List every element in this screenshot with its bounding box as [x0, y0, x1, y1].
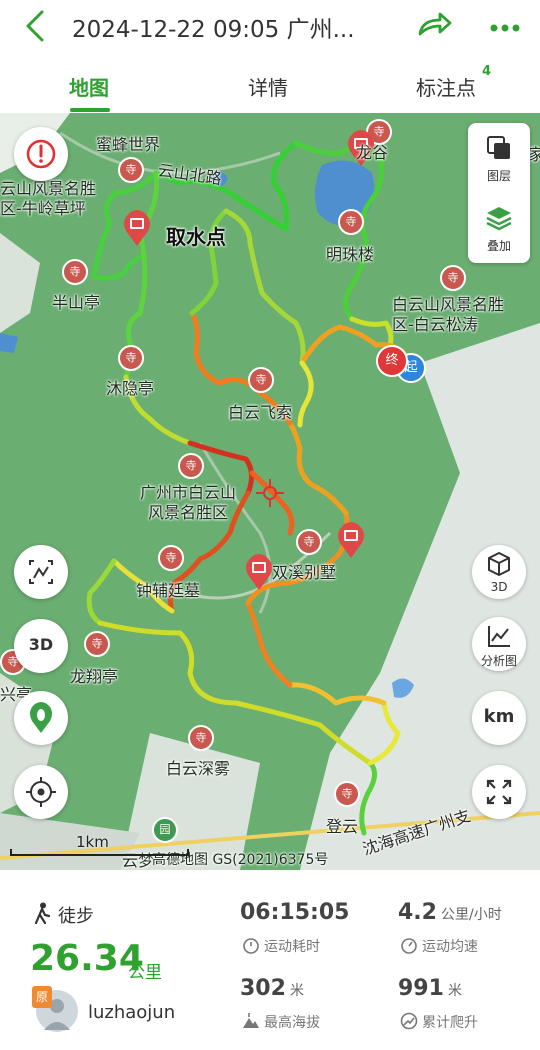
poi-temple-icon[interactable]: 寺 — [188, 725, 214, 751]
avg-speed-unit: 公里/小时 — [440, 907, 502, 923]
original-badge: 原 — [32, 986, 52, 1008]
toggle-3d-label: 3D — [28, 635, 54, 654]
view-3d-button[interactable]: 3D — [472, 545, 526, 599]
km-label: km — [483, 706, 515, 727]
map-label: 白云山风景名胜 区-白云松涛 — [392, 295, 505, 334]
more-button[interactable] — [484, 6, 528, 42]
map-label: 龙谷 — [356, 143, 389, 162]
tab-details[interactable]: 详情 — [248, 72, 288, 101]
climb-value: 991 — [398, 976, 444, 1001]
top-bar: 2024-12-22 09:05 广州... — [0, 0, 540, 48]
tab-markers[interactable]: 标注点 — [416, 72, 476, 101]
moving-time-label: 运动耗时 — [264, 939, 320, 955]
map-label: 半山亭 — [52, 293, 101, 312]
analysis-chart-button[interactable]: 分析图 — [472, 617, 526, 671]
activity-type: 徒步 — [58, 906, 94, 927]
avg-speed-label: 运动均速 — [422, 939, 478, 955]
map-label: 龙翔亭 — [70, 667, 119, 686]
distance-unit: 公里 — [128, 963, 162, 983]
poi-temple-icon[interactable]: 寺 — [296, 529, 322, 555]
photo-pin-icon[interactable] — [244, 553, 274, 591]
hiking-icon — [34, 902, 51, 924]
share-arrow-icon — [418, 12, 452, 36]
map-label: 广州市白云山 风景名胜区 — [140, 483, 237, 522]
max-altitude-value: 302 — [240, 976, 286, 1001]
photo-pin-icon[interactable] — [336, 521, 366, 559]
footprint-button[interactable] — [14, 691, 68, 745]
toggle-3d-button[interactable]: 3D — [14, 619, 68, 673]
page-title: 2024-12-22 09:05 广州... — [72, 17, 355, 43]
back-button[interactable] — [14, 6, 54, 42]
more-dots-icon — [490, 24, 520, 32]
map-label: 云山风景名胜 区-牛岭草坪 — [0, 179, 97, 218]
layer-panel: 图层 叠加 — [468, 123, 530, 263]
map-label: 登云 — [326, 817, 359, 836]
map-label: 明珠楼 — [326, 245, 375, 264]
map-view[interactable]: 寺 寺 寺 寺 寺 寺 寺 寺 寺 寺 寺 寺 寺 寺 园 起 终 蜜蜂世界 云… — [0, 113, 540, 870]
poi-temple-icon[interactable]: 寺 — [178, 453, 204, 479]
line-chart-icon — [488, 626, 510, 647]
analysis-chart-label: 分析图 — [480, 654, 517, 668]
footprint-pin-icon — [30, 702, 52, 733]
map-label-water-point: 取水点 — [166, 225, 226, 249]
map-label: 白云飞索 — [228, 403, 293, 422]
map-scale-bar: 1km — [10, 833, 190, 859]
poi-temple-icon[interactable]: 寺 — [84, 631, 110, 657]
poi-temple-icon[interactable]: 寺 — [118, 157, 144, 183]
poi-temple-icon[interactable]: 寺 — [248, 367, 274, 393]
scale-line — [10, 849, 189, 856]
tab-map[interactable]: 地图 — [69, 72, 109, 101]
fit-track-icon — [29, 560, 53, 584]
poi-temple-icon[interactable]: 寺 — [338, 209, 364, 235]
climb-unit: 米 — [447, 983, 462, 999]
fullscreen-icon — [486, 779, 512, 805]
photo-pin-icon[interactable] — [122, 209, 152, 247]
tab-active-indicator — [70, 108, 110, 112]
overlay-label: 叠加 — [486, 239, 511, 253]
poi-temple-icon[interactable]: 寺 — [334, 781, 360, 807]
overlay-button[interactable]: 叠加 — [468, 193, 530, 263]
layer-label: 图层 — [486, 169, 511, 183]
view-3d-label: 3D — [490, 580, 508, 594]
avg-speed-value: 4.2 — [398, 900, 437, 925]
stopwatch-icon — [243, 938, 259, 954]
km-marker-button[interactable]: km — [472, 691, 526, 745]
stats-panel: 徒步 26.34 公里 原 luzhaojun 06:15:05 运动耗时 4.… — [0, 870, 540, 1050]
stack-icon — [486, 207, 512, 231]
poi-temple-icon[interactable]: 寺 — [158, 545, 184, 571]
layer-button[interactable]: 图层 — [468, 123, 530, 193]
fit-view-button[interactable] — [14, 545, 68, 599]
max-altitude-unit: 米 — [289, 983, 304, 999]
tab-markers-badge: 4 — [482, 64, 492, 79]
chevron-left-icon — [26, 10, 44, 42]
moving-time-value: 06:15:05 — [240, 900, 350, 925]
end-marker[interactable]: 终 — [376, 345, 408, 377]
locate-icon — [26, 777, 56, 807]
poi-temple-icon[interactable]: 寺 — [118, 345, 144, 371]
locate-button[interactable] — [14, 765, 68, 819]
layers-icon — [487, 136, 510, 159]
alert-icon — [26, 139, 56, 169]
altitude-icon — [243, 1013, 259, 1028]
poi-temple-icon[interactable]: 寺 — [440, 265, 466, 291]
username[interactable]: luzhaojun — [88, 1002, 175, 1023]
cube-icon — [488, 552, 510, 576]
map-label: 蜜蜂世界 — [96, 135, 161, 154]
tab-bar: 地图 详情 标注点 4 — [0, 58, 540, 112]
alert-button[interactable] — [14, 127, 68, 181]
map-label: 沐隐亭 — [106, 379, 155, 398]
climb-label: 累计爬升 — [422, 1015, 478, 1031]
fullscreen-button[interactable] — [472, 765, 526, 819]
speedometer-icon — [401, 938, 417, 954]
share-button[interactable] — [412, 6, 456, 42]
map-label: 双溪别墅 — [272, 563, 337, 582]
poi-temple-icon[interactable]: 寺 — [62, 259, 88, 285]
distance-value: 26.34 — [30, 938, 144, 979]
climb-icon — [400, 1012, 418, 1030]
max-altitude-label: 最高海拔 — [264, 1015, 320, 1031]
center-crosshair-icon — [256, 479, 284, 507]
map-label: 钟辅廷墓 — [136, 581, 201, 600]
map-label: 白云深雾 — [166, 759, 231, 778]
